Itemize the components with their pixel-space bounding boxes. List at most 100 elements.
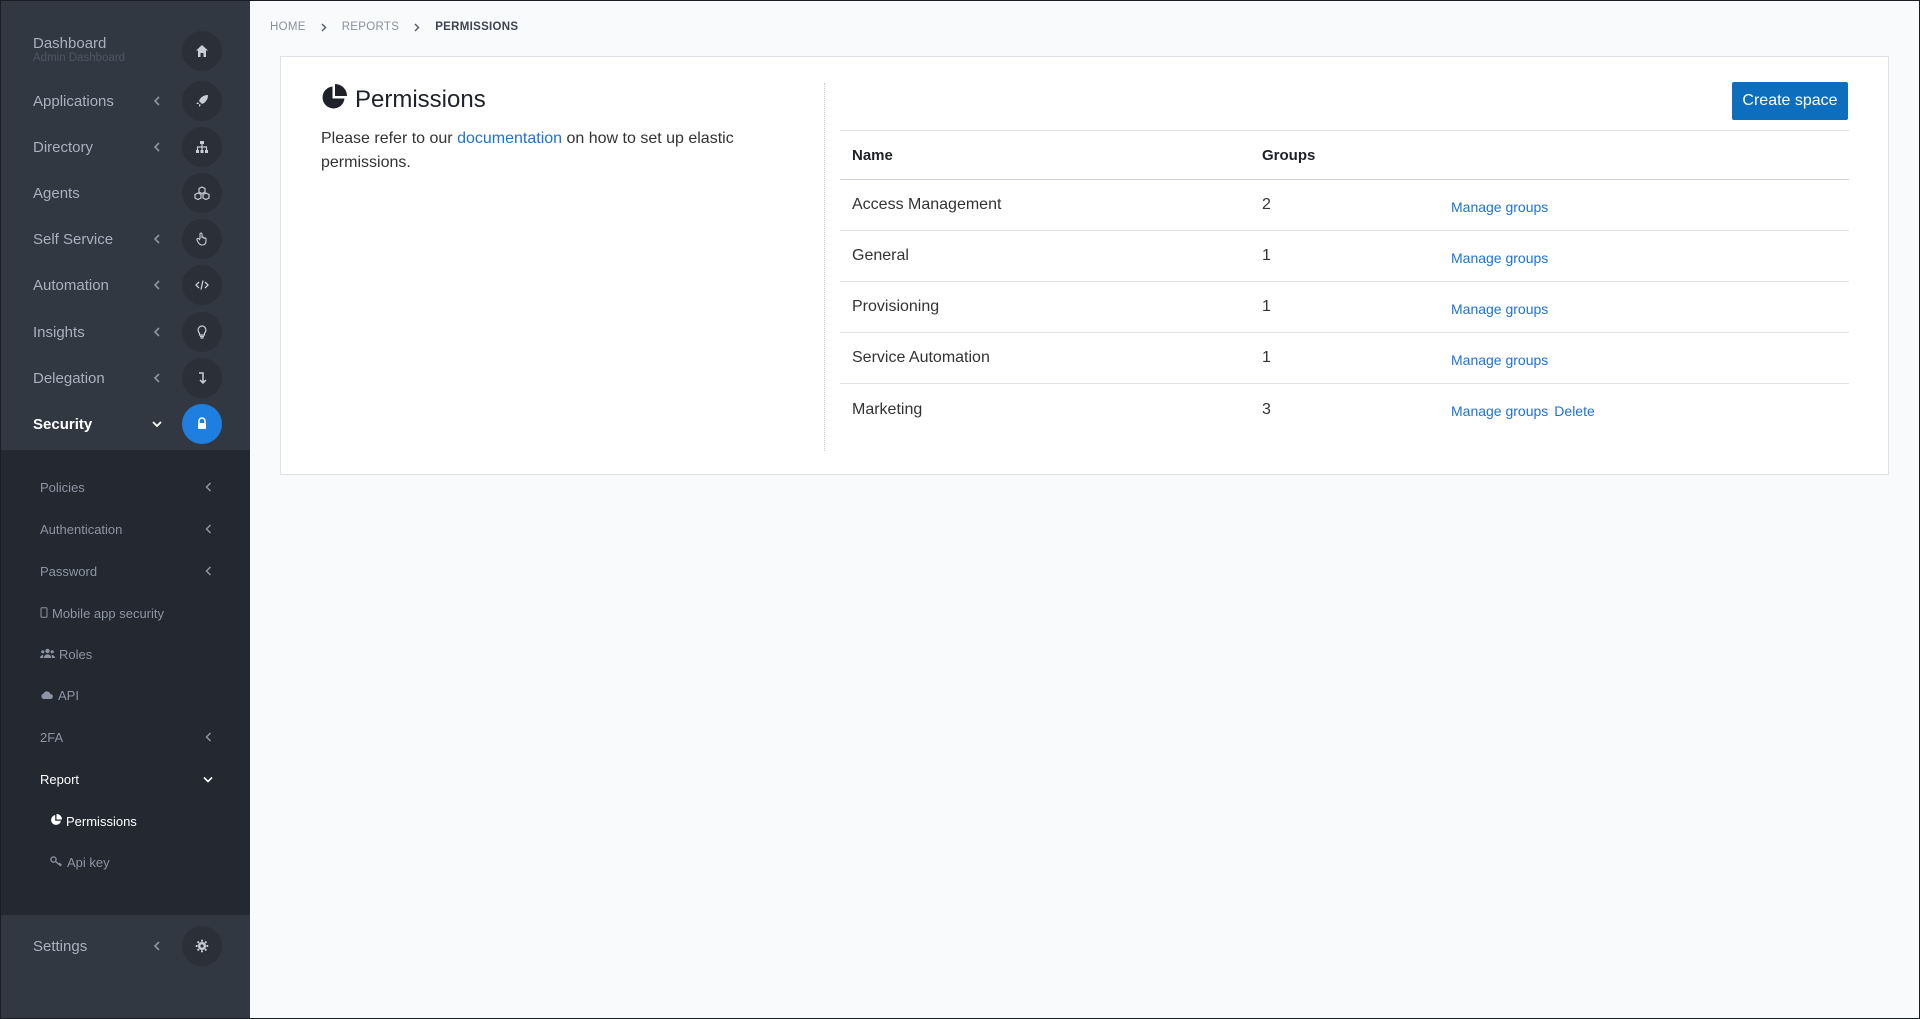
cloud-icon (40, 688, 54, 703)
subnav-item-report[interactable]: Report (0, 762, 250, 796)
chevron-left-icon (202, 523, 214, 535)
row-groups-count: 1 (1262, 298, 1271, 315)
sidebar-item-dashboard[interactable]: Dashboard Admin Dashboard (0, 28, 250, 74)
sidebar-item-label: Directory (33, 138, 94, 156)
breadcrumb-home[interactable]: HOME (270, 21, 306, 33)
sidebar-item-applications[interactable]: Applications (0, 78, 250, 124)
subnav-item-permissions[interactable]: Permissions (0, 804, 250, 838)
sidebar-item-label: Dashboard (33, 35, 107, 52)
row-actions: Manage groups (1451, 282, 1548, 332)
row-actions: Manage groups Delete (1451, 384, 1595, 435)
delete-link[interactable]: Delete (1554, 403, 1594, 419)
subnav-item-password[interactable]: Password (0, 554, 250, 588)
manage-groups-link[interactable]: Manage groups (1451, 352, 1548, 368)
sidebar-item-agents[interactable]: Agents (0, 170, 250, 216)
manage-groups-link[interactable]: Manage groups (1451, 250, 1548, 266)
documentation-link[interactable]: documentation (457, 130, 562, 147)
sidebar-item-label: Self Service (33, 230, 114, 248)
manage-groups-link[interactable]: Manage groups (1451, 301, 1548, 317)
permissions-card: Permissions Please refer to our document… (280, 56, 1889, 475)
sidebar-item-settings[interactable]: Settings (0, 923, 250, 969)
subnav-item-label: Authentication (40, 521, 123, 537)
row-actions: Manage groups (1451, 180, 1548, 230)
subnav-item-2fa[interactable]: 2FA (0, 720, 250, 754)
subnav-item-label: Password (40, 563, 98, 579)
table-row: Service Automation 1 Manage groups (840, 333, 1849, 384)
users-icon (39, 647, 56, 662)
sidebar-item-label: Applications (33, 92, 114, 110)
row-groups-count: 2 (1262, 196, 1271, 213)
page-title: Permissions (321, 83, 821, 117)
table-row: Provisioning 1 Manage groups (840, 282, 1849, 333)
chevron-left-icon (150, 939, 164, 953)
subnav-item-label: Api key (67, 854, 110, 870)
sidebar-item-label: Settings (33, 937, 88, 955)
chevron-right-icon (399, 22, 435, 32)
sidebar-item-self-service[interactable]: Self Service (0, 216, 250, 262)
sidebar-item-directory[interactable]: Directory (0, 124, 250, 170)
security-subnav: Policies Authentication Password Mobile … (0, 450, 250, 915)
row-name: General (852, 247, 909, 264)
sidebar-item-security[interactable]: Security (0, 401, 250, 447)
row-groups-count: 3 (1262, 400, 1271, 418)
column-header-groups: Groups (1262, 146, 1316, 164)
sidebar-item-label: Security (33, 415, 93, 433)
subnav-item-label: 2FA (40, 729, 64, 745)
lightbulb-icon (182, 312, 222, 352)
sidebar-item-sublabel: Admin Dashboard (33, 52, 126, 64)
table-header: Name Groups (840, 130, 1849, 180)
breadcrumb-reports[interactable]: REPORTS (342, 21, 399, 33)
code-icon (182, 265, 222, 305)
manage-groups-link[interactable]: Manage groups (1451, 199, 1548, 215)
subnav-item-authentication[interactable]: Authentication (0, 512, 250, 546)
key-icon (50, 855, 63, 870)
chevron-left-icon (150, 371, 164, 385)
subnav-item-label: Policies (40, 479, 85, 495)
subnav-item-api-key[interactable]: Api key (0, 845, 250, 879)
hand-pointer-icon (182, 219, 222, 259)
chevron-left-icon (150, 325, 164, 339)
pane-divider (824, 83, 825, 451)
sidebar-item-label: Agents (33, 184, 80, 202)
chevron-left-icon (150, 232, 164, 246)
chevron-down-icon (150, 417, 164, 431)
sidebar-item-insights[interactable]: Insights (0, 309, 250, 355)
subnav-item-roles[interactable]: Roles (0, 637, 250, 671)
row-actions: Manage groups (1451, 231, 1548, 281)
table-row: Access Management 2 Manage groups (840, 180, 1849, 231)
row-groups-count: 1 (1262, 349, 1271, 366)
row-groups-count: 1 (1262, 247, 1271, 264)
pie-chart-icon (321, 83, 347, 117)
intro-text-before: Please refer to our (321, 130, 458, 147)
create-space-button[interactable]: Create space (1732, 82, 1848, 120)
chevron-right-icon (306, 22, 342, 32)
sidebar-item-delegation[interactable]: Delegation (0, 355, 250, 401)
permissions-table: Name Groups Access Management 2 Manage g… (840, 130, 1849, 435)
subnav-item-policies[interactable]: Policies (0, 470, 250, 504)
subnav-item-label: Mobile app security (52, 605, 164, 621)
cubes-icon (182, 173, 222, 213)
sidebar-item-automation[interactable]: Automation (0, 262, 250, 308)
subnav-item-label: Roles (59, 646, 93, 662)
lock-icon (182, 404, 222, 444)
breadcrumb-permissions: PERMISSIONS (435, 21, 519, 33)
rocket-icon (182, 81, 222, 121)
chevron-down-icon (202, 773, 214, 785)
chevron-left-icon (202, 565, 214, 577)
column-header-name: Name (852, 146, 893, 164)
subnav-item-mobile-app-security[interactable]: Mobile app security (0, 596, 250, 630)
chevron-left-icon (150, 94, 164, 108)
subnav-item-api[interactable]: API (0, 678, 250, 712)
row-name: Service Automation (852, 349, 990, 366)
row-name: Access Management (852, 196, 1002, 213)
row-name: Marketing (852, 400, 923, 418)
manage-groups-link[interactable]: Manage groups (1451, 403, 1548, 419)
home-icon (182, 31, 222, 71)
chevron-left-icon (202, 731, 214, 743)
table-row: General 1 Manage groups (840, 231, 1849, 282)
chevron-left-icon (150, 278, 164, 292)
sidebar: Dashboard Admin Dashboard Applications D… (0, 0, 250, 1019)
sidebar-item-label: Automation (33, 276, 109, 294)
subnav-item-label: API (58, 687, 79, 703)
row-actions: Manage groups (1451, 333, 1548, 383)
